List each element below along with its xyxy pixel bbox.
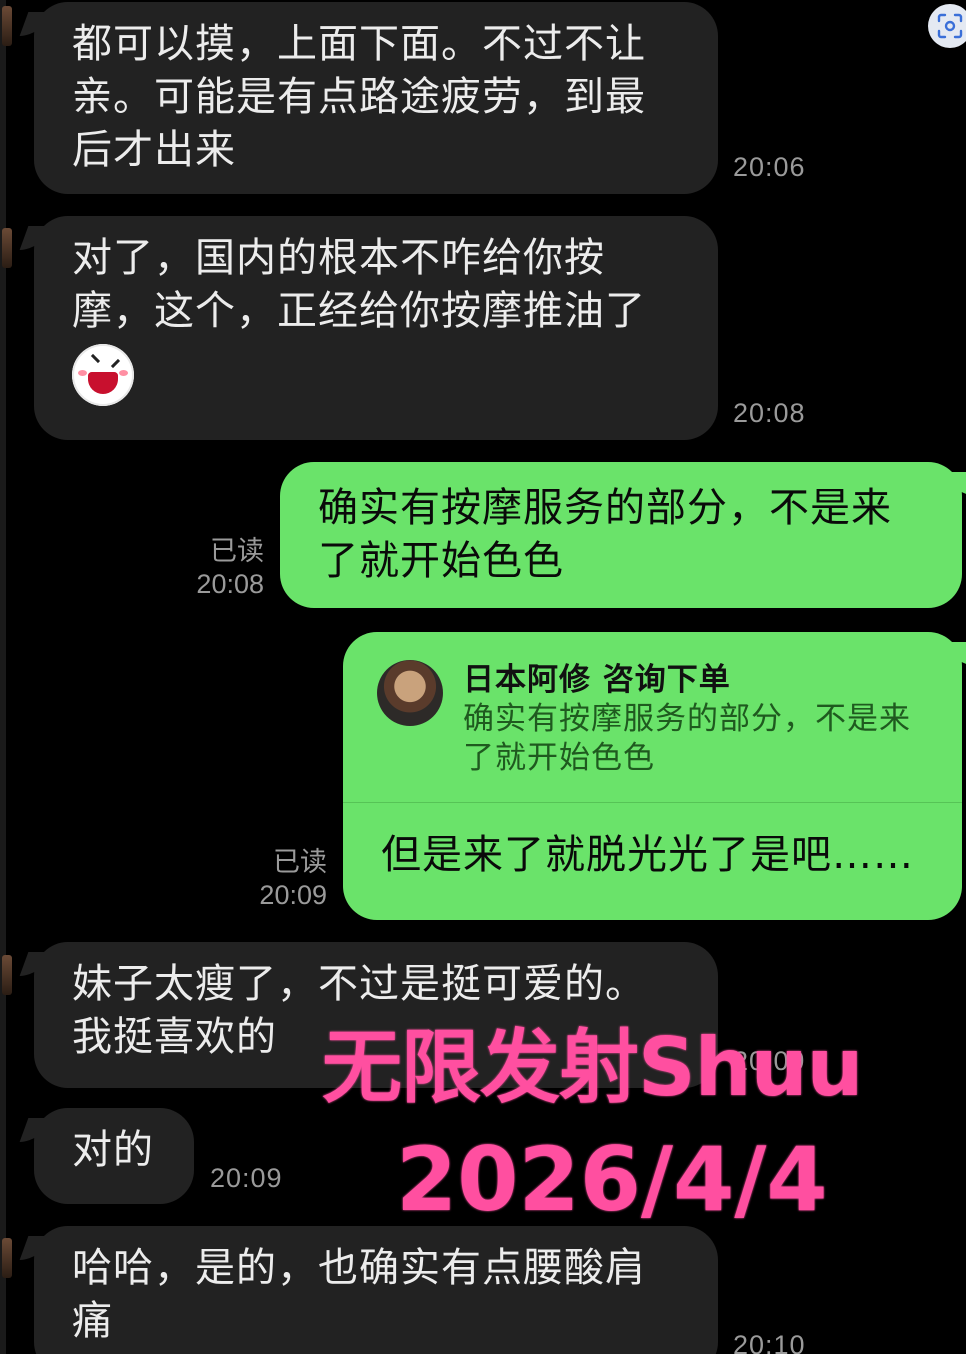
watermark-date: 2026/4/4: [396, 1128, 828, 1231]
quoted-text: 确实有按摩服务的部分，不是来 了就开始色色: [463, 701, 911, 776]
message-timestamp: 20:08: [733, 398, 806, 428]
message-text: 确实有按摩服务的部分，不是来 了就开始色色: [318, 485, 892, 584]
message-timestamp: 20:08: [196, 569, 264, 599]
left-edge-strip: [0, 0, 6, 1354]
quoted-sender-avatar: [377, 660, 443, 726]
message-bubble-outgoing-reply[interactable]: 日本阿修 咨询下单 确实有按摩服务的部分，不是来 了就开始色色 但是来了就脱光光…: [343, 632, 962, 920]
message-bubble-incoming[interactable]: 对的: [34, 1108, 194, 1204]
sender-avatar[interactable]: [2, 1238, 12, 1278]
laughing-face-sticker-icon: [72, 344, 134, 406]
message-bubble-outgoing[interactable]: 确实有按摩服务的部分，不是来 了就开始色色: [280, 462, 962, 608]
read-label: 已读: [273, 847, 327, 877]
sender-avatar[interactable]: [2, 6, 12, 46]
scan-icon-glyph: [937, 13, 963, 39]
read-status: 已读 20:09: [210, 846, 327, 912]
scan-icon[interactable]: [928, 4, 966, 48]
read-status: 已读 20:08: [150, 535, 264, 601]
read-label: 已读: [210, 536, 264, 566]
message-timestamp: 20:06: [733, 152, 806, 182]
message-text: 哈哈，是的，也确实有点腰酸肩 痛: [72, 1245, 646, 1344]
message-text: 都可以摸，上面下面。不过不让 亲。可能是有点路途疲劳，到最 后才出来: [72, 21, 646, 173]
message-bubble-incoming[interactable]: 对了，国内的根本不咋给你按 摩，这个，正经给你按摩推油了: [34, 216, 718, 440]
chat-area: 都可以摸，上面下面。不过不让 亲。可能是有点路途疲劳，到最 后才出来 20:06…: [0, 0, 966, 1354]
message-bubble-incoming[interactable]: 哈哈，是的，也确实有点腰酸肩 痛: [34, 1226, 718, 1354]
message-timestamp: 20:10: [733, 1330, 806, 1354]
message-text: 但是来了就脱光光了是吧……: [381, 832, 914, 878]
sender-avatar[interactable]: [2, 228, 12, 268]
sender-avatar[interactable]: [2, 955, 12, 995]
message-bubble-incoming[interactable]: 都可以摸，上面下面。不过不让 亲。可能是有点路途疲劳，到最 后才出来: [34, 2, 718, 194]
message-timestamp: 20:09: [259, 880, 327, 910]
message-text: 对了，国内的根本不咋给你按 摩，这个，正经给你按摩推油了: [72, 235, 646, 334]
message-timestamp: 20:09: [210, 1163, 283, 1193]
message-text: 对的: [72, 1127, 154, 1173]
quoted-sender-name: 日本阿修 咨询下单: [463, 662, 731, 698]
quoted-message[interactable]: 日本阿修 咨询下单 确实有按摩服务的部分，不是来 了就开始色色: [343, 632, 962, 803]
watermark-title: 无限发射Shuu: [322, 1021, 863, 1114]
